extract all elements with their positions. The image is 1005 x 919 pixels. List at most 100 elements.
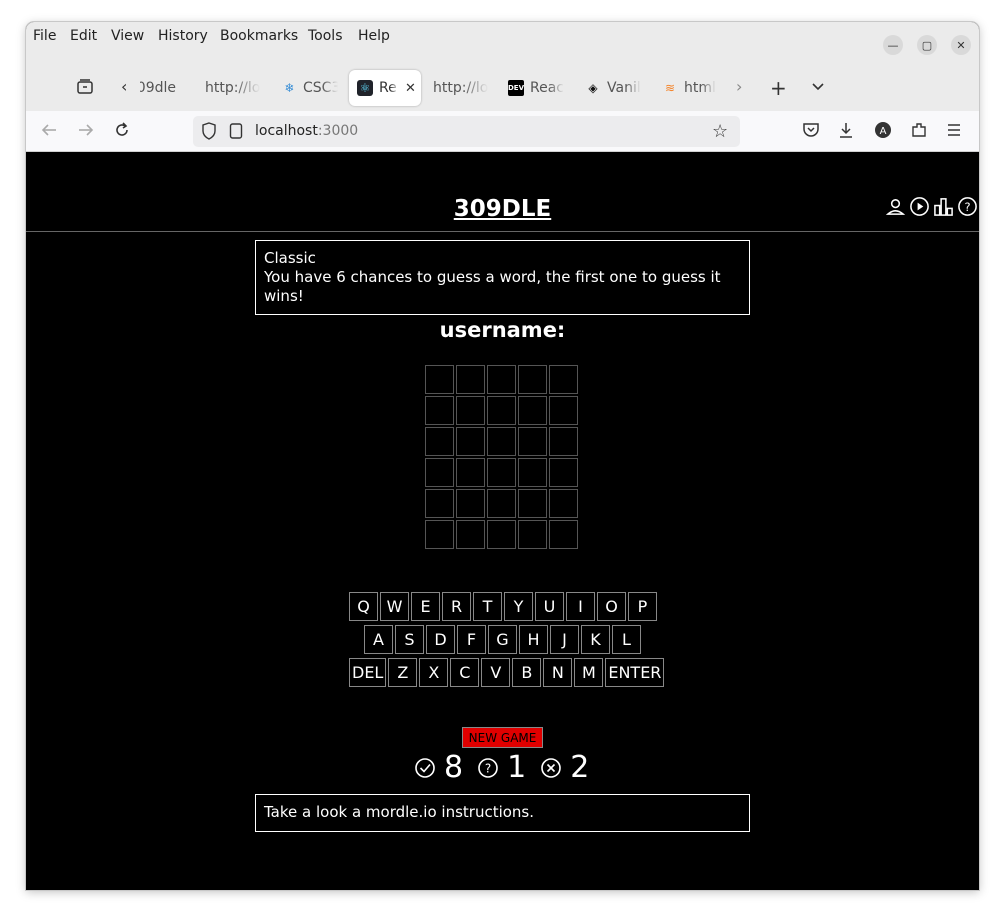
menu-file[interactable]: File	[33, 28, 56, 44]
key-j[interactable]: J	[550, 625, 579, 654]
leaderboard-icon[interactable]	[933, 196, 954, 217]
grid-cell	[549, 520, 578, 549]
minimize-icon[interactable]: —	[883, 35, 903, 55]
key-i[interactable]: I	[566, 592, 595, 621]
reload-icon[interactable]	[113, 121, 131, 143]
page-icon[interactable]	[229, 123, 243, 143]
tab-label: http://lo	[433, 80, 489, 96]
key-m[interactable]: M	[574, 658, 604, 687]
tab-vanilla[interactable]: ◈ Vanil	[585, 70, 643, 106]
menu-bookmarks[interactable]: Bookmarks	[220, 28, 298, 44]
account-avatar-icon[interactable]: A	[874, 121, 892, 143]
key-x[interactable]: X	[419, 658, 449, 687]
maximize-icon[interactable]: ▢	[917, 35, 937, 55]
wins-stat: 8	[414, 750, 463, 785]
profile-icon[interactable]	[885, 196, 906, 217]
hamburger-menu-icon[interactable]	[945, 121, 963, 143]
grid-cell	[518, 520, 547, 549]
new-game-button[interactable]: NEW GAME	[462, 727, 543, 748]
unknown-stat: ? 1	[477, 750, 526, 785]
key-c[interactable]: C	[450, 658, 480, 687]
grid-cell	[549, 458, 578, 487]
menu-bar: File Edit View History Bookmarks Tools H…	[26, 22, 979, 55]
key-w[interactable]: W	[380, 592, 409, 621]
key-p[interactable]: P	[628, 592, 657, 621]
list-all-tabs-icon[interactable]	[811, 78, 825, 97]
pocket-icon[interactable]	[802, 121, 820, 143]
tab-localhost-2[interactable]: http://lo	[433, 70, 489, 106]
help-icon[interactable]: ?	[957, 196, 978, 217]
header-divider	[26, 231, 979, 232]
close-tab-icon[interactable]: ✕	[405, 81, 416, 96]
keyboard-row-3: DEL Z X C V B N M ENTER	[349, 658, 665, 687]
play-icon[interactable]	[909, 196, 930, 217]
unknown-count: 1	[507, 750, 527, 785]
key-f[interactable]: F	[457, 625, 486, 654]
grid-cell	[425, 427, 454, 456]
wins-count: 8	[444, 750, 464, 785]
key-k[interactable]: K	[581, 625, 610, 654]
app-title[interactable]: 309DLE	[26, 196, 979, 222]
key-d[interactable]: D	[426, 625, 455, 654]
grid-cell	[549, 427, 578, 456]
extensions-icon[interactable]	[910, 121, 928, 143]
menu-tools[interactable]: Tools	[308, 28, 343, 44]
tab-overview-icon[interactable]	[76, 78, 94, 100]
tab-localhost-1[interactable]: http://lo	[205, 70, 261, 106]
key-q[interactable]: Q	[349, 592, 378, 621]
back-icon[interactable]	[40, 121, 58, 143]
url-host: localhost	[255, 123, 318, 139]
tab-html[interactable]: ≋ html	[662, 70, 718, 106]
keyboard-row-1: QWERTYUIOP	[349, 592, 657, 621]
key-a[interactable]: A	[364, 625, 393, 654]
browser-chrome: File Edit View History Bookmarks Tools H…	[26, 22, 979, 152]
key-o[interactable]: O	[597, 592, 626, 621]
tab-309dle[interactable]: 309dle	[140, 70, 180, 106]
react-icon: ⚛	[357, 80, 373, 96]
key-del[interactable]: DEL	[349, 658, 387, 687]
grid-cell	[425, 396, 454, 425]
key-e[interactable]: E	[411, 592, 440, 621]
bookmark-star-icon[interactable]: ☆	[712, 121, 728, 142]
key-h[interactable]: H	[519, 625, 548, 654]
key-b[interactable]: B	[512, 658, 542, 687]
menu-view[interactable]: View	[111, 28, 144, 44]
downloads-icon[interactable]	[837, 121, 855, 143]
svg-text:A: A	[880, 126, 887, 137]
username-label: username:	[439, 318, 566, 342]
key-v[interactable]: V	[481, 658, 511, 687]
guess-grid	[425, 365, 578, 549]
scroll-tabs-left-icon[interactable]: ‹	[121, 77, 127, 96]
header-icons: ?	[885, 196, 978, 217]
scroll-tabs-right-icon[interactable]: ›	[736, 77, 742, 96]
tab-label: Re	[379, 80, 397, 96]
grid-cell	[487, 396, 516, 425]
tab-dev-react[interactable]: DEV Reac	[508, 70, 566, 106]
key-l[interactable]: L	[612, 625, 641, 654]
menu-history[interactable]: History	[158, 28, 208, 44]
grid-cell	[425, 458, 454, 487]
shield-icon[interactable]	[201, 122, 217, 144]
key-r[interactable]: R	[442, 592, 471, 621]
key-s[interactable]: S	[395, 625, 424, 654]
key-y[interactable]: Y	[504, 592, 533, 621]
key-u[interactable]: U	[535, 592, 564, 621]
key-t[interactable]: T	[473, 592, 502, 621]
url-port: :3000	[317, 123, 359, 139]
menu-edit[interactable]: Edit	[70, 28, 97, 44]
grid-cell	[487, 458, 516, 487]
new-tab-icon[interactable]: +	[770, 76, 787, 100]
grid-cell	[518, 489, 547, 518]
menu-help[interactable]: Help	[358, 28, 390, 44]
tab-csc3[interactable]: ❄ CSC3	[282, 70, 338, 106]
tab-react-active[interactable]: ⚛ Re ✕	[349, 70, 421, 106]
key-g[interactable]: G	[488, 625, 517, 654]
key-z[interactable]: Z	[388, 658, 418, 687]
tab-label: http://lo	[205, 80, 261, 96]
address-bar[interactable]: localhost:3000 ☆	[193, 116, 740, 147]
forward-icon[interactable]	[77, 121, 95, 143]
grid-cell	[518, 396, 547, 425]
close-window-icon[interactable]: ✕	[951, 35, 971, 55]
key-n[interactable]: N	[543, 658, 573, 687]
key-enter[interactable]: ENTER	[605, 658, 665, 687]
